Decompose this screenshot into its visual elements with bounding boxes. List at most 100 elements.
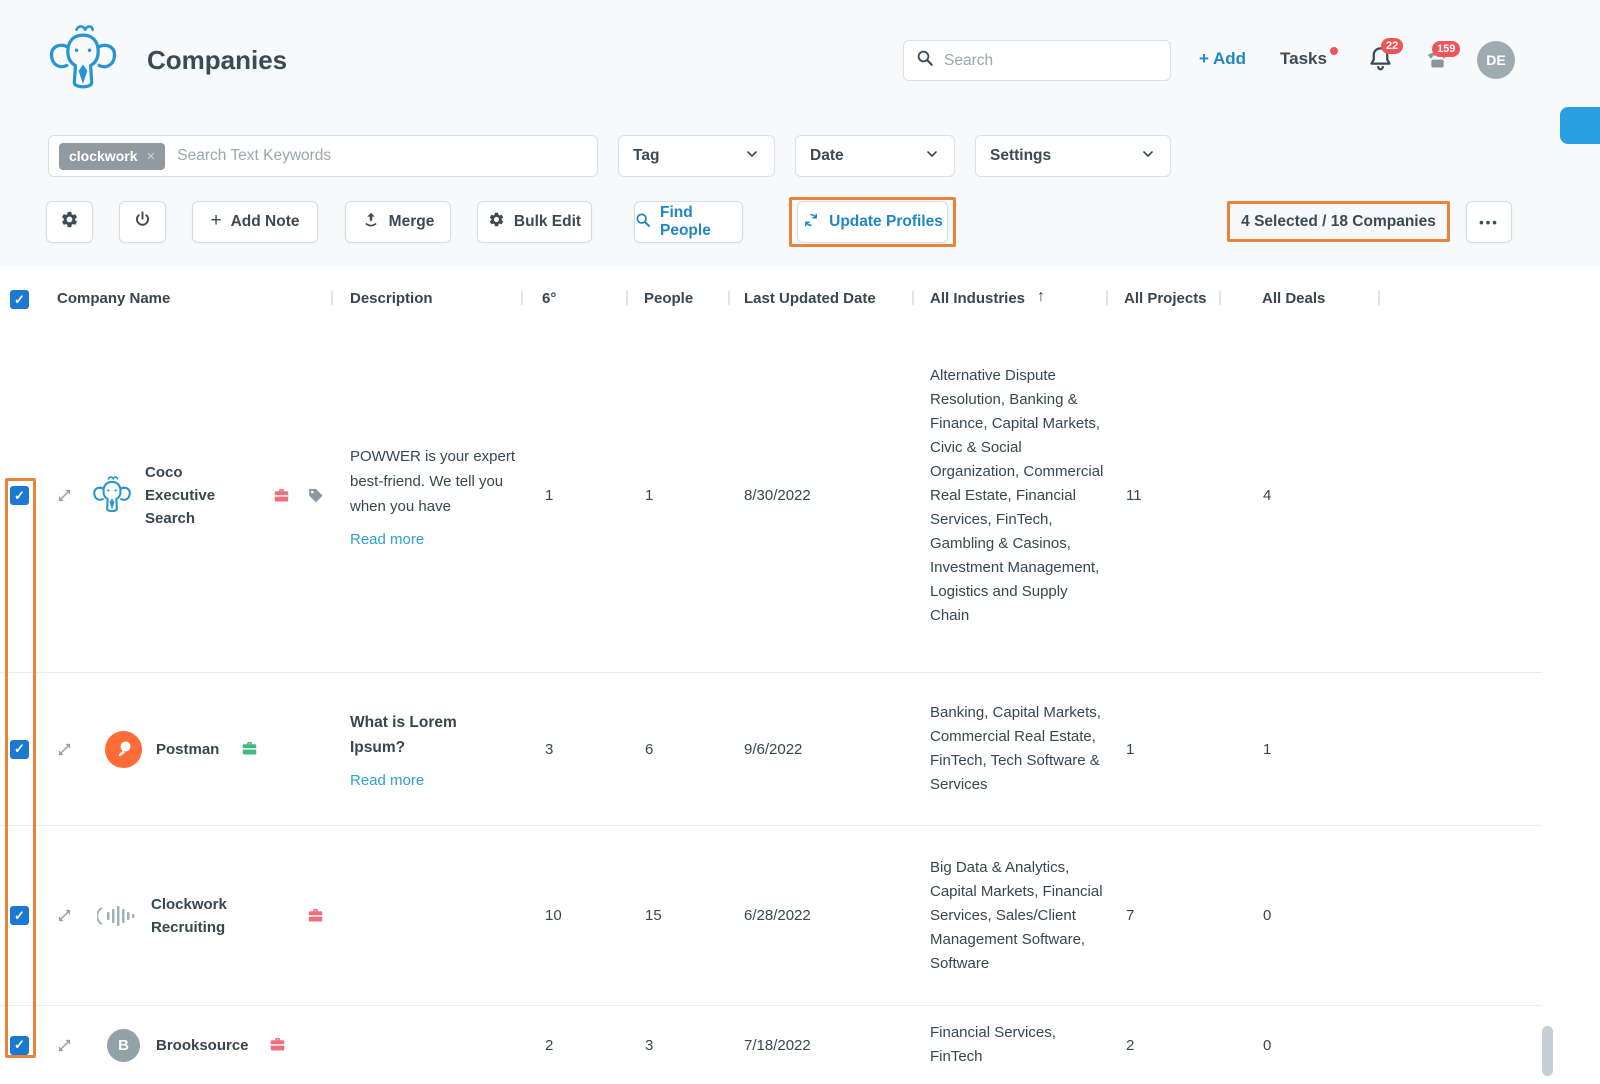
tasks-label: Tasks — [1280, 49, 1327, 68]
deals-count: 1 — [1263, 740, 1272, 758]
expand-icon[interactable] — [58, 1006, 72, 1084]
app-logo — [44, 18, 122, 102]
vertical-scrollbar[interactable] — [1542, 1026, 1553, 1076]
people-count: 6 — [645, 740, 654, 758]
plus-icon: + — [210, 210, 222, 231]
side-panel-tab[interactable] — [1560, 107, 1600, 144]
industries-list: Big Data & Analytics, Capital Markets, F… — [930, 858, 1103, 972]
column-header-projects[interactable]: All Projects — [1124, 290, 1207, 307]
keyword-filter[interactable]: clockwork × — [48, 135, 598, 177]
industries-list: Alternative Dispute Resolution, Banking … — [930, 366, 1104, 624]
deals-count: 0 — [1263, 1036, 1272, 1054]
degrees-value: 10 — [545, 907, 562, 924]
keyword-search-input[interactable] — [177, 147, 587, 165]
filter-chip[interactable]: clockwork × — [59, 142, 166, 170]
table-row[interactable]: Clockwork Recruiting 10 15 6/28/2022 Big… — [0, 825, 1542, 1005]
expand-icon[interactable] — [58, 826, 72, 1005]
column-separator: | — [625, 289, 629, 306]
row-checkbox[interactable] — [10, 1035, 29, 1055]
column-header-industries[interactable]: All Industries — [930, 290, 1025, 307]
projects-count: 1 — [1126, 740, 1135, 758]
power-icon — [133, 210, 152, 234]
company-name[interactable]: Coco Executive Search — [145, 319, 233, 672]
add-note-button[interactable]: + Add Note — [192, 201, 318, 243]
expand-icon[interactable] — [58, 673, 72, 825]
column-separator: | — [911, 289, 915, 306]
column-separator: | — [1218, 289, 1222, 306]
selection-summary: 4 Selected / 18 Companies — [1241, 212, 1436, 230]
notifications-badge: 22 — [1381, 38, 1404, 54]
column-header-name[interactable]: Company Name — [57, 290, 170, 307]
update-profiles-button[interactable]: Update Profiles — [797, 201, 948, 243]
settings-filter-label: Settings — [990, 147, 1052, 164]
more-actions-button[interactable]: ••• — [1466, 201, 1512, 243]
notifications-button[interactable]: 22 — [1367, 38, 1404, 75]
last-updated-date: 6/28/2022 — [744, 907, 811, 924]
date-filter-dropdown[interactable]: Date — [795, 135, 955, 177]
calls-button[interactable]: 159 — [1424, 41, 1461, 76]
merge-label: Merge — [388, 213, 435, 230]
phone-icon — [1424, 52, 1451, 76]
merge-button[interactable]: Merge — [345, 201, 451, 243]
read-more-link[interactable]: Read more — [350, 772, 475, 789]
search-icon — [916, 49, 934, 72]
company-name[interactable]: Brooksource — [156, 1006, 249, 1084]
company-logo — [97, 826, 143, 1005]
briefcase-icon — [240, 740, 259, 759]
column-header-description[interactable]: Description — [350, 290, 433, 307]
row-checkbox[interactable] — [10, 906, 29, 925]
company-logo — [90, 319, 134, 672]
column-header-people[interactable]: People — [644, 290, 693, 307]
degrees-value: 3 — [545, 740, 554, 758]
companies-page: Companies + Add Tasks 22 159 DE clockwor… — [0, 0, 1600, 1084]
bulk-edit-button[interactable]: Bulk Edit — [477, 201, 592, 243]
gear-icon — [60, 210, 79, 234]
tasks-button[interactable]: Tasks — [1280, 47, 1338, 69]
projects-count: 2 — [1126, 1036, 1135, 1054]
column-header-last-updated[interactable]: Last Updated Date — [744, 290, 876, 307]
company-logo — [105, 673, 142, 825]
tag-filter-dropdown[interactable]: Tag — [618, 135, 775, 177]
find-people-button[interactable]: Find People — [634, 201, 743, 243]
company-logo: B — [107, 1006, 140, 1084]
user-avatar[interactable]: DE — [1477, 41, 1515, 79]
add-button[interactable]: + Add — [1199, 49, 1246, 69]
row-checkbox[interactable] — [10, 486, 29, 505]
degrees-value: 1 — [545, 487, 554, 504]
sort-ascending-icon[interactable]: ↑ — [1037, 288, 1045, 306]
company-description: What is Lorem Ipsum? — [350, 713, 457, 756]
last-updated-date: 7/18/2022 — [744, 1036, 811, 1054]
read-more-link[interactable]: Read more — [350, 531, 520, 548]
table-row[interactable]: Postman What is Lorem Ipsum? Read more 3… — [0, 672, 1542, 825]
table-row[interactable]: Coco Executive Search POWWER is your exp… — [0, 319, 1542, 672]
power-button[interactable] — [119, 201, 166, 243]
industries-list: Financial Services, FinTech — [930, 1024, 1056, 1065]
column-header-deals[interactable]: All Deals — [1262, 290, 1325, 307]
column-separator: | — [520, 289, 524, 306]
settings-button[interactable] — [46, 201, 93, 243]
select-all-checkbox[interactable] — [10, 290, 29, 309]
industries-list: Banking, Capital Markets, Commercial Rea… — [930, 704, 1101, 793]
column-header-degrees[interactable]: 6° — [542, 290, 556, 307]
last-updated-date: 8/30/2022 — [744, 487, 811, 504]
projects-count: 11 — [1126, 487, 1142, 504]
row-checkbox[interactable] — [10, 739, 29, 759]
tasks-notification-dot — [1329, 47, 1338, 55]
search-icon — [635, 212, 651, 233]
people-count: 1 — [645, 487, 654, 504]
find-people-label: Find People — [660, 204, 711, 239]
settings-filter-dropdown[interactable]: Settings — [975, 135, 1171, 177]
chevron-down-icon — [924, 146, 940, 167]
global-search-input[interactable] — [944, 51, 1158, 70]
briefcase-icon — [272, 486, 291, 505]
tag-icon — [306, 486, 325, 505]
projects-count: 7 — [1126, 907, 1135, 924]
company-name[interactable]: Postman — [156, 673, 219, 825]
chip-close-icon[interactable]: × — [146, 148, 155, 165]
global-search[interactable] — [903, 40, 1171, 81]
last-updated-date: 9/6/2022 — [744, 740, 803, 758]
company-name[interactable]: Clockwork Recruiting — [151, 826, 239, 1005]
expand-icon[interactable] — [58, 319, 72, 672]
update-profiles-label: Update Profiles — [829, 213, 943, 230]
table-row[interactable]: B Brooksource 2 3 7/18/2022 Financial Se… — [0, 1005, 1542, 1084]
